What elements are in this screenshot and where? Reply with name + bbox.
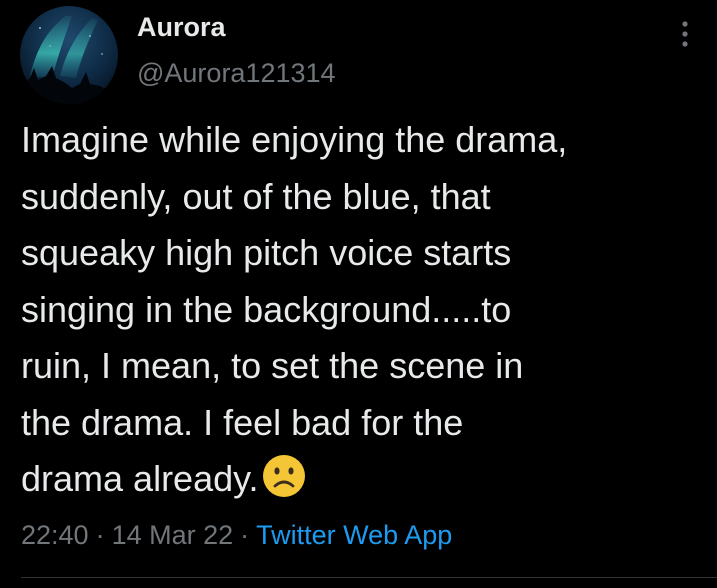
tweet-text-content: Imagine while enjoying the drama, sudden… (21, 119, 568, 499)
tweet-source-link[interactable]: Twitter Web App (256, 520, 452, 550)
slightly-frowning-face-emoji-icon (263, 455, 306, 497)
tweet-text: Imagine while enjoying the drama, sudden… (21, 112, 701, 508)
aurora-avatar-image (20, 6, 118, 104)
divider (21, 577, 717, 578)
tweet-metadata: 22:40 · 14 Mar 22 · Twitter Web App (21, 520, 452, 551)
tweet-time[interactable]: 22:40 (21, 520, 89, 550)
user-handle[interactable]: @Aurora121314 (137, 58, 336, 89)
tweet-date[interactable]: 14 Mar 22 (112, 520, 234, 550)
separator: · (95, 520, 105, 550)
tweet-card: Aurora @Aurora121314 Imagine while enjoy… (0, 0, 717, 588)
vertical-ellipsis-icon (682, 21, 688, 47)
more-options-button[interactable] (670, 14, 700, 54)
display-name[interactable]: Aurora (137, 12, 226, 43)
avatar[interactable] (20, 6, 118, 104)
separator: · (240, 520, 250, 550)
